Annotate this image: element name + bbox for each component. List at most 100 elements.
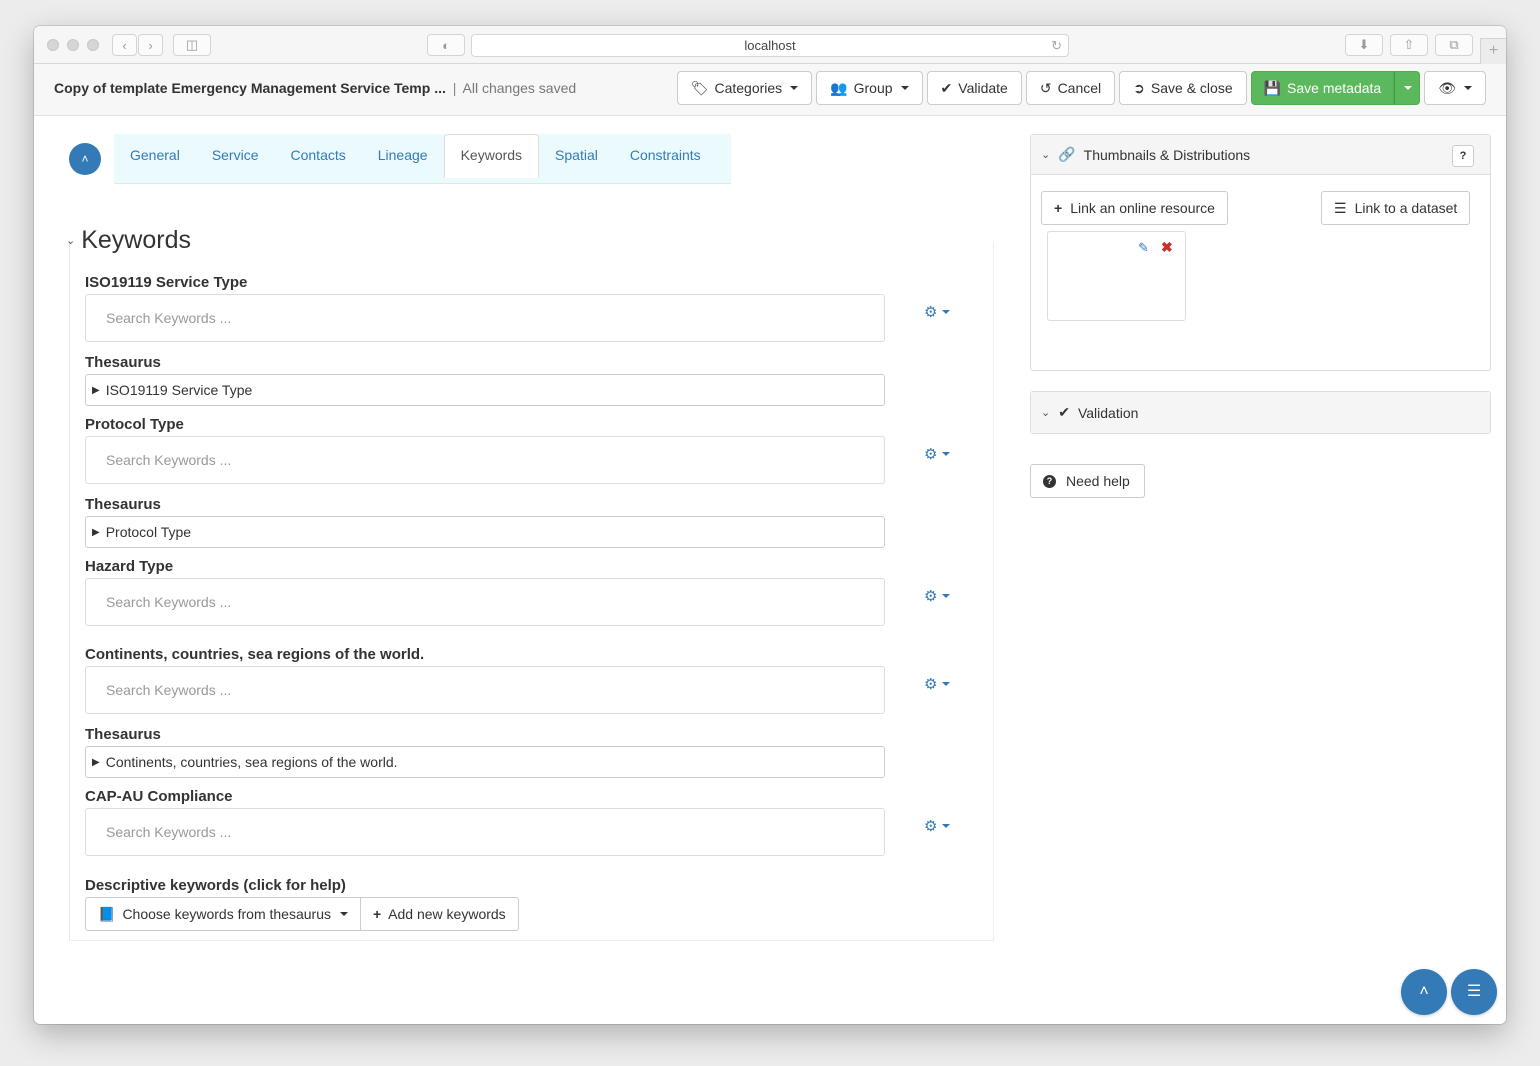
new-tab-button[interactable]: +	[1480, 38, 1506, 64]
caret-right-icon: ▶	[92, 756, 100, 768]
field-options-dropdown[interactable]: ⚙	[924, 303, 951, 321]
pencil-icon[interactable]: ✎	[1138, 240, 1149, 256]
caret-down-icon	[942, 824, 951, 828]
field-options-dropdown[interactable]: ⚙	[924, 817, 951, 835]
privacy-button[interactable]: ◐	[427, 34, 465, 56]
validate-button[interactable]: ✔ Validate	[926, 71, 1022, 105]
keyword-search-input[interactable]	[85, 808, 885, 856]
field-options-dropdown[interactable]: ⚙	[924, 445, 951, 463]
save-metadata-button[interactable]: 💾 Save metadata	[1250, 71, 1395, 105]
undo-icon: ↺	[1039, 79, 1052, 96]
back-button[interactable]: ‹	[112, 34, 137, 56]
help-button[interactable]: ?	[1452, 145, 1474, 167]
caret-right-icon: ▶	[92, 384, 100, 396]
downloads-button[interactable]: ⬇	[1345, 34, 1383, 56]
save-close-button[interactable]: ➲ Save & close	[1119, 71, 1247, 105]
field-label: Hazard Type	[85, 558, 174, 575]
question-icon: ?	[1459, 150, 1467, 162]
thesaurus-toggle[interactable]: ▶ Continents, countries, sea regions of t…	[85, 746, 885, 778]
section-title: Keywords	[81, 226, 191, 254]
link-dataset-button[interactable]: ☰ Link to a dataset	[1321, 191, 1471, 225]
keyword-search-input[interactable]	[85, 294, 885, 342]
forward-button[interactable]: ›	[138, 34, 163, 56]
keyword-search-input-box[interactable]	[104, 451, 866, 469]
keyword-field-protocol-type: Protocol Type	[85, 416, 885, 484]
thesaurus-label: Thesaurus	[85, 726, 161, 743]
thesaurus-protocol-type: Thesaurus ▶ Protocol Type	[85, 496, 885, 548]
panel-title: Validation	[1077, 404, 1139, 421]
title-separator: |	[452, 80, 457, 96]
tab-constraints[interactable]: Constraints	[614, 134, 717, 176]
thesaurus-continents: Thesaurus ▶ Continents, countries, sea re…	[85, 726, 885, 778]
keyword-search-input-box[interactable]	[104, 681, 866, 699]
thesaurus-toggle[interactable]: ▶ ISO19119 Service Type	[85, 374, 885, 406]
share-icon: ⇧	[1403, 37, 1415, 52]
thumbnails-panel-header[interactable]: ⌄ 🔗 Thumbnails & Distributions ?	[1031, 135, 1490, 175]
save-close-label: Save & close	[1150, 80, 1233, 96]
tab-contacts[interactable]: Contacts	[275, 134, 362, 176]
shield-icon: ◐	[442, 37, 450, 53]
descriptive-keywords-buttons: 📘 Choose keywords from thesaurus + Add n…	[85, 897, 519, 931]
caret-down-icon	[942, 310, 951, 314]
address-bar[interactable]: localhost ↻	[471, 34, 1069, 57]
cancel-button[interactable]: ↺ Cancel	[1025, 71, 1116, 105]
cancel-label: Cancel	[1057, 80, 1102, 96]
categories-dropdown[interactable]: 🏷 Categories	[676, 71, 813, 105]
tab-spatial[interactable]: Spatial	[539, 134, 614, 176]
gear-icon: ⚙	[924, 446, 938, 463]
link-online-label: Link an online resource	[1070, 200, 1215, 216]
window-controls	[47, 39, 99, 51]
field-options-dropdown[interactable]: ⚙	[924, 587, 951, 605]
keyword-search-input[interactable]	[85, 666, 885, 714]
plus-icon: +	[1488, 42, 1499, 59]
need-help-button[interactable]: ? Need help	[1030, 464, 1145, 498]
view-mode-dropdown[interactable]: 👁	[1424, 71, 1486, 105]
choose-from-thesaurus-dropdown[interactable]: 📘 Choose keywords from thesaurus	[85, 897, 361, 931]
keywords-section-header[interactable]: ⌄ Keywords	[66, 226, 191, 255]
keyword-search-input-box[interactable]	[104, 823, 866, 841]
link-online-resource-button[interactable]: + Link an online resource	[1041, 191, 1228, 225]
validation-panel-header[interactable]: ⌄ ✔ Validation	[1031, 392, 1490, 433]
tabs-overview-button[interactable]: ⧉	[1435, 34, 1473, 56]
group-label: Group	[853, 80, 893, 96]
keyword-search-input-box[interactable]	[104, 593, 866, 611]
keyword-search-input[interactable]	[85, 436, 885, 484]
thesaurus-name: ISO19119 Service Type	[105, 382, 253, 398]
tab-service[interactable]: Service	[196, 134, 275, 176]
keyword-field-iso19119: ISO19119 Service Type	[85, 274, 885, 342]
zoom-window-button[interactable]	[87, 39, 99, 51]
browser-window: ‹ › ◫ ◐ localhost ↻ ⬇ ⇧ ⧉ + Copy of temp…	[34, 26, 1506, 1024]
close-icon[interactable]: ✖	[1161, 239, 1173, 256]
link-dataset-label: Link to a dataset	[1354, 200, 1458, 216]
thesaurus-toggle[interactable]: ▶ Protocol Type	[85, 516, 885, 548]
field-options-dropdown[interactable]: ⚙	[924, 675, 951, 693]
save-options-dropdown[interactable]	[1394, 71, 1421, 105]
keyword-field-continents: Continents, countries, sea regions of th…	[85, 646, 885, 714]
gear-icon: ⚙	[924, 818, 938, 835]
minimize-window-button[interactable]	[67, 39, 79, 51]
panel-title: Thumbnails & Distributions	[1083, 146, 1251, 163]
sidebar-toggle-button[interactable]: ◫	[173, 34, 211, 56]
menu-button[interactable]: ☰	[1451, 969, 1497, 1015]
reload-icon[interactable]: ↻	[1051, 35, 1062, 56]
document-title: Copy of template Emergency Management Se…	[54, 80, 446, 96]
scroll-top-button[interactable]: ˄	[1401, 969, 1447, 1015]
caret-down-icon	[339, 912, 348, 916]
descriptive-keywords-help-label[interactable]: Descriptive keywords (click for help)	[85, 877, 519, 894]
plus-icon: +	[372, 906, 382, 922]
toc-toggle-button[interactable]: ˄	[69, 143, 101, 175]
keyword-search-input-box[interactable]	[104, 309, 866, 327]
question-circle-icon: ?	[1043, 474, 1056, 488]
browser-toolbar: ‹ › ◫ ◐ localhost ↻ ⬇ ⇧ ⧉ +	[34, 26, 1506, 64]
download-icon: ⬇	[1358, 37, 1370, 52]
group-dropdown[interactable]: 👥 Group	[816, 71, 923, 105]
tab-keywords[interactable]: Keywords	[443, 134, 540, 178]
gear-icon: ⚙	[924, 588, 938, 605]
add-new-keywords-button[interactable]: + Add new keywords	[360, 897, 519, 931]
editor-topbar: Copy of template Emergency Management Se…	[34, 64, 1506, 116]
close-window-button[interactable]	[47, 39, 59, 51]
tab-general[interactable]: General	[114, 134, 196, 176]
share-button[interactable]: ⇧	[1390, 34, 1428, 56]
tab-lineage[interactable]: Lineage	[362, 134, 444, 176]
keyword-search-input[interactable]	[85, 578, 885, 626]
